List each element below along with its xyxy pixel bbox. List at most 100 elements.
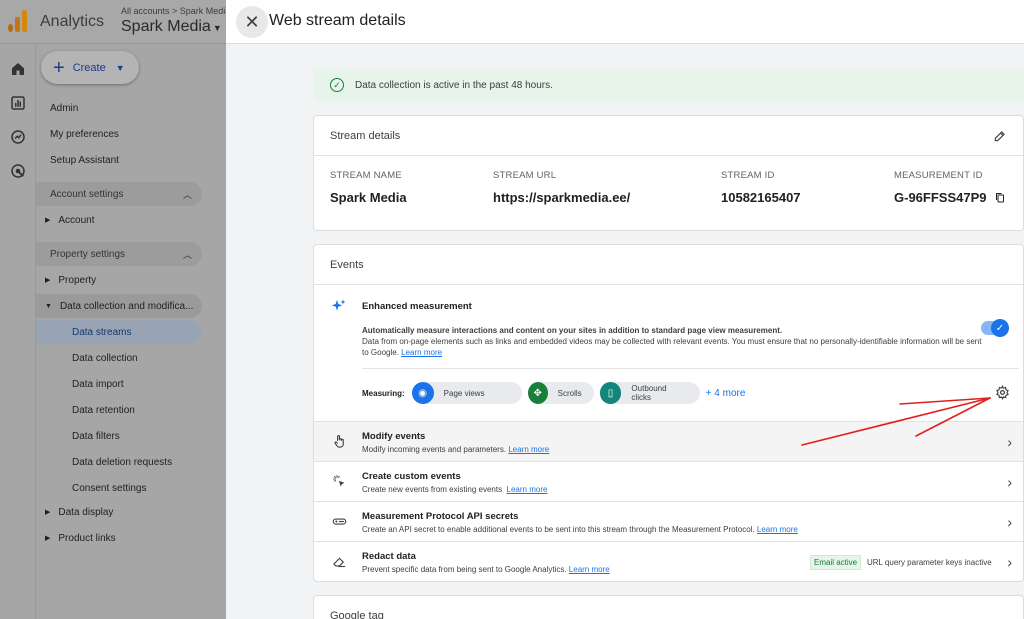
stream-details-header: Stream details bbox=[314, 116, 1023, 156]
nav-data-filters[interactable]: Data filters bbox=[36, 424, 202, 448]
property-settings-header[interactable]: Property settings ︿ bbox=[36, 242, 202, 266]
analytics-logo-icon bbox=[8, 10, 28, 32]
nav-my-preferences[interactable]: My preferences bbox=[36, 122, 202, 146]
enhanced-measurement-section: Enhanced measurement Automatically measu… bbox=[314, 285, 1023, 415]
row-description: Modify incoming events and parameters. L… bbox=[362, 445, 549, 454]
touch-hand-icon bbox=[334, 435, 344, 448]
status-badge-url-query-inactive: URL query parameter keys inactive bbox=[867, 558, 992, 567]
row-title: Modify events bbox=[362, 431, 426, 442]
app-title: Analytics bbox=[40, 13, 105, 30]
breadcrumb[interactable]: All accounts > Spark Media bbox=[121, 6, 230, 16]
nav-account[interactable]: ▶ Account bbox=[36, 208, 202, 232]
advertising-icon[interactable] bbox=[9, 162, 27, 180]
row-description-text: Modify incoming events and parameters. bbox=[362, 445, 507, 454]
collapse-triangle-icon: ▼ bbox=[45, 302, 52, 310]
learn-more-link[interactable]: Learn more bbox=[401, 348, 442, 357]
chip-outbound-clicks: ▯ Outbound clicks bbox=[599, 382, 700, 404]
row-description: Prevent specific data from being sent to… bbox=[362, 565, 610, 574]
close-button[interactable]: ✕ bbox=[236, 6, 268, 38]
nav-data-display-label: Data display bbox=[58, 506, 114, 518]
stream-name-value: Spark Media bbox=[330, 190, 407, 205]
stream-url-value: https://sparkmedia.ee/ bbox=[493, 190, 631, 205]
status-message: Data collection is active in the past 48… bbox=[355, 79, 553, 91]
chip-scrolls: ✥ Scrolls bbox=[527, 382, 594, 404]
left-rail bbox=[0, 44, 36, 619]
nav-data-streams[interactable]: Data streams bbox=[36, 320, 202, 344]
learn-more-link[interactable]: Learn more bbox=[757, 525, 798, 534]
key-icon bbox=[332, 518, 347, 525]
measurement-protocol-row[interactable]: Measurement Protocol API secrets Create … bbox=[314, 501, 1023, 541]
nav-product-links[interactable]: ▶ Product links bbox=[36, 526, 202, 550]
chevron-up-icon: ︿ bbox=[182, 189, 192, 200]
create-button[interactable]: + Create ▼ bbox=[41, 51, 139, 84]
eraser-icon bbox=[333, 557, 346, 568]
create-custom-events-row[interactable]: Create custom events Create new events f… bbox=[314, 461, 1023, 501]
eye-icon: ◉ bbox=[411, 382, 434, 404]
nav-admin[interactable]: Admin bbox=[36, 96, 202, 120]
caret-down-icon: ▼ bbox=[212, 23, 222, 33]
nav-data-retention[interactable]: Data retention bbox=[36, 398, 202, 422]
learn-more-link[interactable]: Learn more bbox=[508, 445, 549, 454]
account-settings-header[interactable]: Account settings ︿ bbox=[36, 182, 202, 206]
property-settings-label: Property settings bbox=[50, 248, 126, 260]
caret-down-icon: ▼ bbox=[115, 62, 125, 73]
stream-url-field: STREAM URL https://sparkmedia.ee/ bbox=[493, 170, 630, 205]
field-label: MEASUREMENT ID bbox=[894, 170, 983, 181]
account-selector[interactable]: Spark Media ▼ bbox=[121, 18, 222, 36]
nav-setup-assistant[interactable]: Setup Assistant bbox=[36, 148, 202, 172]
row-description-text: Prevent specific data from being sent to… bbox=[362, 565, 567, 574]
mouse-icon: ▯ bbox=[599, 382, 622, 404]
explore-icon[interactable] bbox=[9, 128, 27, 146]
stream-name-field: STREAM NAME Spark Media bbox=[330, 170, 407, 205]
expand-triangle-icon: ▶ bbox=[45, 535, 51, 542]
stream-id-value: 10582165407 bbox=[721, 190, 801, 205]
nav-property-label: Property bbox=[58, 274, 97, 286]
drawer-title: Web stream details bbox=[269, 12, 406, 29]
nav-data-collection-modification[interactable]: ▼ Data collection and modifica... bbox=[36, 294, 202, 318]
chevron-right-icon: › bbox=[1007, 474, 1012, 490]
check-icon: ✓ bbox=[991, 319, 1009, 337]
learn-more-link[interactable]: Learn more bbox=[507, 485, 548, 494]
drawer-header: ✕ Web stream details bbox=[226, 0, 1024, 44]
nav-data-import[interactable]: Data import bbox=[36, 372, 202, 396]
nav-data-collection[interactable]: Data collection bbox=[36, 346, 202, 370]
stream-id-field: STREAM ID 10582165407 bbox=[721, 170, 801, 205]
analytics-app-background: Analytics All accounts > Spark Media Spa… bbox=[0, 0, 230, 619]
row-description-text: Create new events from existing events bbox=[362, 485, 503, 494]
create-button-label: Create bbox=[72, 61, 106, 74]
chip-label: Page views bbox=[443, 388, 485, 398]
field-label: STREAM ID bbox=[721, 170, 775, 181]
learn-more-link[interactable]: Learn more bbox=[569, 565, 610, 574]
edit-pencil-icon[interactable] bbox=[993, 129, 1007, 143]
nav-consent-settings[interactable]: Consent settings bbox=[36, 476, 202, 500]
app-top-bar: Analytics All accounts > Spark Media Spa… bbox=[0, 0, 230, 44]
row-title: Create custom events bbox=[362, 471, 461, 482]
google-tag-header[interactable]: Google tag bbox=[314, 596, 1023, 619]
nav-account-label: Account bbox=[58, 214, 95, 226]
nav-property[interactable]: ▶ Property bbox=[36, 268, 202, 292]
expand-triangle-icon: ▶ bbox=[45, 509, 51, 516]
row-description: Create new events from existing events L… bbox=[362, 485, 547, 494]
sparkle-icon bbox=[331, 299, 346, 311]
cursor-sparkle-icon bbox=[333, 475, 345, 487]
home-icon[interactable] bbox=[9, 60, 27, 78]
redact-data-row[interactable]: Redact data Prevent specific data from b… bbox=[314, 541, 1023, 582]
more-measurements-link[interactable]: + 4 more bbox=[706, 388, 746, 399]
chip-page-views: ◉ Page views bbox=[411, 382, 522, 404]
nav-data-deletion-requests[interactable]: Data deletion requests bbox=[36, 450, 202, 474]
copy-icon[interactable] bbox=[994, 191, 1006, 204]
gear-icon[interactable] bbox=[995, 385, 1010, 400]
nav-data-display[interactable]: ▶ Data display bbox=[36, 500, 202, 524]
events-card: Events Enhanced measurement Automaticall… bbox=[313, 244, 1024, 582]
modify-events-row[interactable]: Modify events Modify incoming events and… bbox=[314, 421, 1023, 461]
enhanced-measurement-toggle[interactable]: ✓ bbox=[981, 319, 1009, 337]
chevron-right-icon: › bbox=[1007, 434, 1012, 450]
data-collection-status-banner: ✓ Data collection is active in the past … bbox=[313, 69, 1024, 101]
account-settings-label: Account settings bbox=[50, 188, 124, 200]
chip-label: Scrolls bbox=[557, 388, 582, 398]
field-label: STREAM URL bbox=[493, 170, 557, 181]
measurement-id-field: MEASUREMENT ID G-96FFSS47P9 bbox=[894, 170, 1006, 205]
reports-icon[interactable] bbox=[9, 94, 27, 112]
enhanced-measurement-description: Automatically measure interactions and c… bbox=[362, 325, 982, 358]
nav-product-links-label: Product links bbox=[58, 532, 116, 544]
